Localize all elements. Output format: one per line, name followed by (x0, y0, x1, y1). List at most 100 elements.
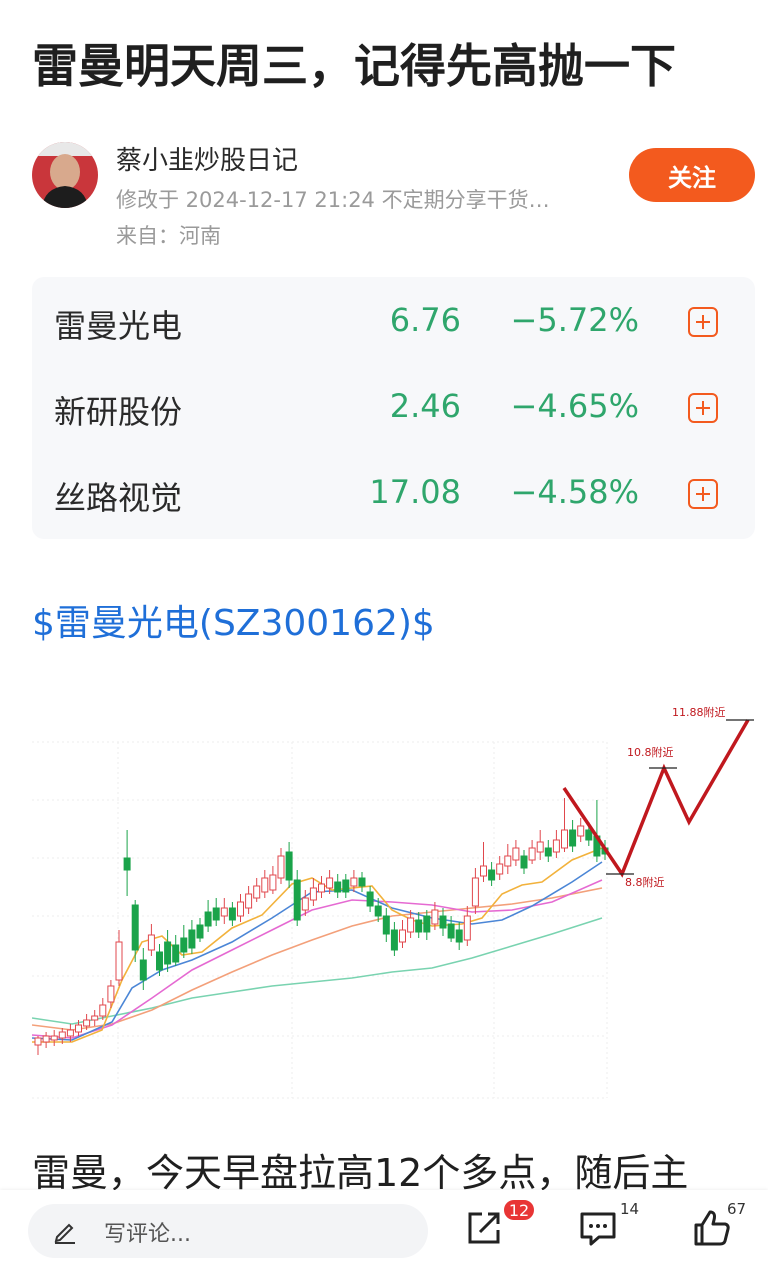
author-avatar[interactable] (32, 142, 98, 208)
stock-name: 雷曼光电 (54, 307, 183, 345)
candle-body (107, 985, 115, 1003)
candle-body (285, 851, 293, 881)
candle-body (34, 1037, 42, 1046)
candle-body (220, 907, 228, 917)
candle-body (293, 879, 301, 921)
candle-body (488, 869, 496, 881)
stock-price: 6.76 (389, 301, 461, 339)
candle-body (75, 1024, 82, 1033)
candle-body (139, 959, 147, 981)
candle-body (123, 857, 131, 871)
candle-body (447, 923, 455, 939)
stock-name: 丝路视觉 (54, 479, 183, 517)
candle-body (536, 841, 544, 853)
candle-body (228, 907, 236, 921)
share-badge: 12 (502, 1198, 536, 1222)
candle-body (399, 929, 406, 943)
candle-body (164, 941, 172, 965)
candle-body (439, 915, 447, 929)
candle-body (172, 944, 180, 963)
stock-link[interactable]: $雷曼光电(SZ300162)$ (32, 594, 435, 646)
stock-change: −4.65% (510, 387, 639, 425)
post-location: 来自：河南 (116, 224, 221, 248)
candle-body (326, 877, 334, 889)
candle-body (237, 901, 244, 917)
stock-row[interactable]: 雷曼光电 6.76 −5.72% (32, 277, 755, 363)
comment-placeholder: 写评论... (104, 1222, 191, 1247)
add-watchlist-icon[interactable] (688, 479, 718, 509)
candle-body (471, 877, 479, 907)
candle-body (318, 883, 325, 893)
post-title: 雷曼明天周三，记得先高抛一下 (32, 39, 676, 93)
bottom-action-bar: 写评论... 12 14 67 (0, 1190, 768, 1266)
stock-change: −5.72% (510, 301, 639, 339)
candle-body (147, 934, 155, 951)
chart-grid (32, 741, 608, 1099)
candle-body (407, 917, 415, 933)
share-icon[interactable] (464, 1208, 504, 1248)
candle-body (50, 1035, 58, 1041)
stock-row[interactable]: 丝路视觉 17.08 −4.58% (32, 449, 755, 535)
candle-body (131, 904, 139, 951)
post-body: 雷曼，今天早盘拉高12个多点，随后主 (32, 1151, 689, 1194)
candle-body (423, 915, 431, 933)
candle-body (569, 829, 577, 847)
candle-body (269, 874, 277, 891)
author-name[interactable]: 蔡小韭炒股日记 (116, 140, 298, 177)
annotation-11-88: 11.88附近 (672, 705, 726, 719)
kline-chart-image[interactable]: 11.88附近 10.8附近 8.8附近 (31, 680, 758, 1110)
candle-body (585, 829, 593, 841)
candle-body (188, 929, 196, 949)
follow-button[interactable]: 关注 (629, 148, 755, 202)
pencil-icon (54, 1223, 75, 1244)
candle-body (552, 839, 560, 853)
add-watchlist-icon[interactable] (688, 307, 718, 337)
stock-price: 2.46 (389, 387, 461, 425)
candle-body (66, 1029, 74, 1037)
annotation-10-8: 10.8附近 (627, 745, 674, 759)
candle-body (463, 915, 471, 941)
candle-body (58, 1031, 66, 1039)
candle-body (212, 907, 220, 921)
candle-body (42, 1035, 50, 1043)
candle-body (455, 929, 463, 943)
candle-body (253, 885, 261, 899)
comment-icon[interactable] (578, 1208, 618, 1248)
candle-body (309, 887, 317, 901)
candle-body (544, 847, 552, 857)
like-icon[interactable] (692, 1208, 732, 1248)
annotation-8-8: 8.8附近 (625, 875, 665, 889)
candle-body (480, 865, 487, 877)
candle-body (196, 924, 204, 939)
candle-body (374, 905, 382, 917)
comment-input[interactable]: 写评论... (28, 1204, 428, 1258)
candle-body (528, 847, 536, 861)
candle-body (261, 877, 269, 893)
candle-body (382, 915, 390, 935)
candle-body (577, 825, 585, 837)
related-stocks-card: 雷曼光电 6.76 −5.72% 新研股份 2.46 −4.65% 丝路视觉 1… (32, 277, 755, 539)
candle-body (366, 891, 374, 907)
candle-body (156, 951, 163, 971)
candle-body (350, 877, 358, 887)
candle-body (520, 855, 528, 869)
stock-row[interactable]: 新研股份 2.46 −4.65% (32, 363, 755, 449)
stock-change: −4.58% (510, 473, 639, 511)
candle-body (358, 877, 366, 887)
candle-body (83, 1019, 91, 1027)
candle-body (91, 1015, 99, 1021)
like-count: 67 (727, 1200, 747, 1218)
candle-body (390, 929, 398, 951)
candle-body (504, 855, 512, 867)
candle-body (180, 937, 188, 953)
candle-body (496, 863, 504, 875)
candle-body (561, 829, 568, 849)
candle-body (99, 1004, 107, 1017)
candle-body (512, 847, 520, 861)
projection-path (562, 719, 754, 878)
stock-price: 17.08 (369, 473, 461, 511)
candle-body (342, 879, 350, 893)
candle-body (431, 909, 439, 925)
candle-body (277, 855, 285, 879)
add-watchlist-icon[interactable] (688, 393, 718, 423)
